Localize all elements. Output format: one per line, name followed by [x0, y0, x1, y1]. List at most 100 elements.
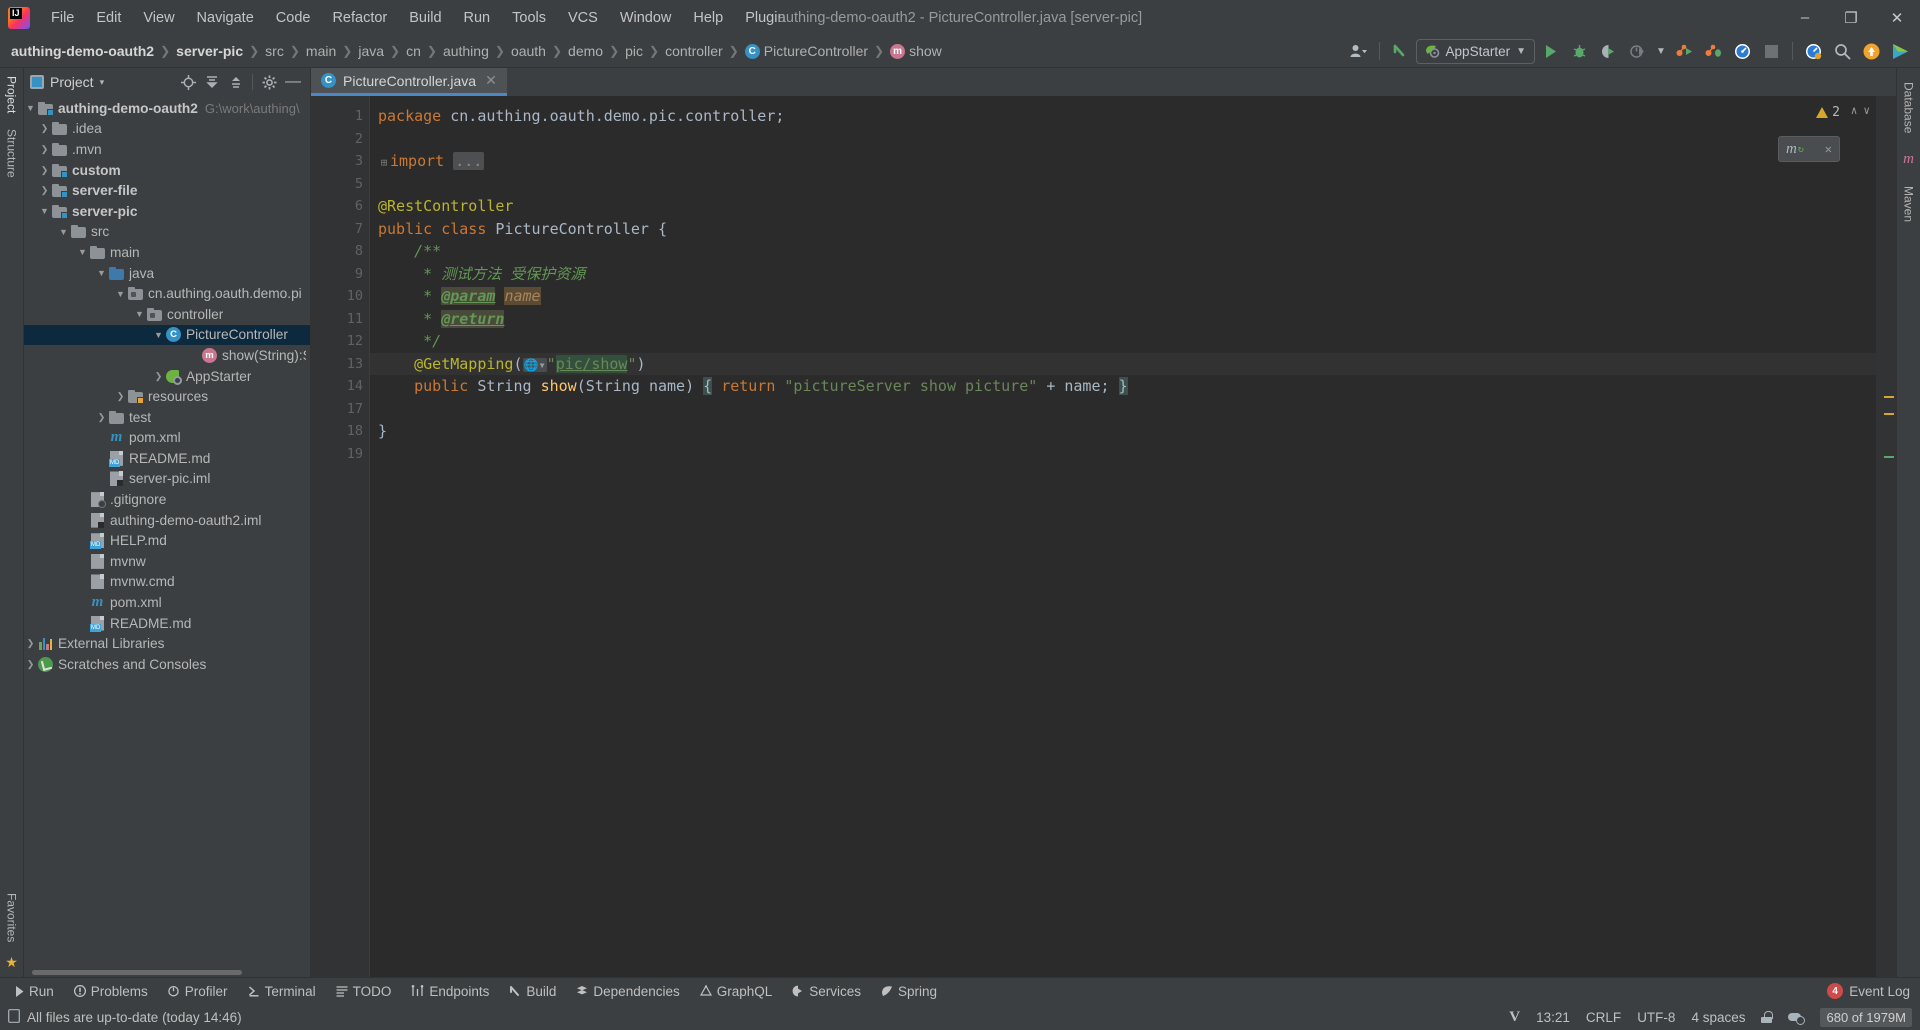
- breadcrumb-item-java[interactable]: java: [355, 41, 387, 61]
- tool-window-graphql[interactable]: GraphQL: [691, 981, 782, 1002]
- inspection-warning-indicator[interactable]: 2: [1816, 105, 1840, 120]
- user-avatar-icon[interactable]: [1345, 38, 1372, 64]
- sidebar-item-favorites[interactable]: Favorites: [5, 885, 19, 950]
- breadcrumb-item-pic[interactable]: pic: [622, 41, 646, 61]
- menu-item-refactor[interactable]: Refactor: [321, 4, 398, 32]
- tree-row-appstarter[interactable]: ❯ AppStarter: [24, 366, 310, 387]
- breadcrumb-item-authing[interactable]: authing: [440, 41, 492, 61]
- menu-item-plugin[interactable]: Plugin: [734, 4, 796, 32]
- tree-row-idea[interactable]: ❯ .idea: [24, 119, 310, 140]
- file-encoding[interactable]: UTF-8: [1637, 1010, 1675, 1025]
- close-icon[interactable]: ✕: [1825, 142, 1832, 156]
- project-tree-horizontal-scrollbar[interactable]: [24, 967, 310, 977]
- gutter-line-run-marker[interactable]: 14: [311, 375, 369, 398]
- tree-row-module-pom[interactable]: m pom.xml: [24, 428, 310, 449]
- tree-row-test[interactable]: ❯ test: [24, 407, 310, 428]
- tree-row-custom[interactable]: ❯ custom: [24, 160, 310, 181]
- menu-item-help[interactable]: Help: [682, 4, 734, 32]
- menu-item-code[interactable]: Code: [265, 4, 322, 32]
- tree-row-scratches[interactable]: ❯ Scratches and Consoles: [24, 654, 310, 675]
- menu-item-view[interactable]: View: [132, 4, 185, 32]
- maven-reload-widget[interactable]: m ↻ ✕: [1778, 136, 1840, 162]
- tree-row-project-iml[interactable]: authing-demo-oauth2.iml: [24, 510, 310, 531]
- chevron-right-icon[interactable]: ❯: [38, 165, 51, 176]
- next-problem-icon[interactable]: ∨: [1863, 104, 1870, 117]
- tree-row-package[interactable]: ▼ cn.authing.oauth.demo.pi: [24, 283, 310, 304]
- sidebar-item-project[interactable]: Project: [5, 68, 19, 121]
- vcs-branch-indicator[interactable]: V: [1509, 1009, 1520, 1026]
- expand-all-icon[interactable]: [201, 71, 223, 93]
- sidebar-item-database[interactable]: Database: [1902, 74, 1916, 141]
- close-icon[interactable]: ✕: [485, 72, 497, 89]
- breadcrumb-item-method[interactable]: m show: [887, 41, 945, 61]
- indent-setting[interactable]: 4 spaces: [1691, 1010, 1745, 1025]
- run-all-services-icon[interactable]: [1671, 38, 1698, 64]
- event-log-button[interactable]: 4 Event Log: [1827, 983, 1920, 999]
- tree-row-picture-controller[interactable]: ▼ C PictureController: [24, 325, 310, 346]
- lock-icon[interactable]: [1761, 1011, 1772, 1023]
- warning-marker[interactable]: [1884, 396, 1894, 398]
- chevron-down-icon[interactable]: ▼: [133, 309, 146, 319]
- tool-window-todo[interactable]: TODO: [327, 981, 401, 1002]
- menu-item-tools[interactable]: Tools: [501, 4, 557, 32]
- inspection-gutter[interactable]: [1876, 96, 1896, 977]
- tree-row-show-method[interactable]: m show(String):Stri: [24, 345, 310, 366]
- menu-item-build[interactable]: Build: [398, 4, 452, 32]
- chevron-down-icon[interactable]: ▼: [76, 247, 89, 257]
- tool-window-services[interactable]: Services: [783, 981, 870, 1002]
- tree-row-project-root[interactable]: ▼ authing-demo-oauth2 G:\work\authing\: [24, 98, 310, 119]
- tree-row-src[interactable]: ▼ src: [24, 222, 310, 243]
- chevron-right-icon[interactable]: ❯: [152, 371, 165, 382]
- chevron-right-icon[interactable]: ❯: [24, 638, 37, 649]
- tool-window-run[interactable]: Run: [6, 981, 63, 1002]
- stop-icon[interactable]: [1758, 38, 1785, 64]
- memory-indicator[interactable]: 680 of 1979M: [1820, 1008, 1912, 1027]
- run-configuration-selector[interactable]: AppStarter ▼: [1416, 39, 1535, 64]
- warning-marker[interactable]: [1884, 413, 1894, 415]
- menu-item-window[interactable]: Window: [609, 4, 683, 32]
- tree-row-root-pom[interactable]: m pom.xml: [24, 592, 310, 613]
- close-button[interactable]: ✕: [1874, 0, 1920, 35]
- minimize-button[interactable]: –: [1782, 0, 1828, 35]
- breadcrumb-item-oauth[interactable]: oauth: [508, 41, 549, 61]
- line-separator[interactable]: CRLF: [1586, 1010, 1621, 1025]
- tool-window-terminal[interactable]: Terminal: [239, 981, 325, 1002]
- chevron-down-icon[interactable]: ▼: [38, 206, 51, 216]
- menu-item-edit[interactable]: Edit: [85, 4, 132, 32]
- chevron-right-icon[interactable]: ❯: [38, 185, 51, 196]
- menu-item-file[interactable]: File: [40, 4, 85, 32]
- tree-row-resources[interactable]: ❯ resources: [24, 386, 310, 407]
- tool-window-spring[interactable]: Spring: [872, 981, 946, 1002]
- tree-row-mvnw[interactable]: mvnw: [24, 551, 310, 572]
- tree-row-root-readme[interactable]: MD README.md: [24, 613, 310, 634]
- maximize-button[interactable]: ❐: [1828, 0, 1874, 35]
- breadcrumb-item-demo[interactable]: demo: [565, 41, 606, 61]
- chevron-down-icon[interactable]: ▼: [24, 103, 37, 113]
- tool-window-profiler[interactable]: Profiler: [159, 981, 237, 1002]
- sidebar-item-structure[interactable]: Structure: [5, 121, 19, 186]
- settings-gear-icon[interactable]: [258, 71, 280, 93]
- gutter-line-fold-end[interactable]: 12 ▴: [311, 330, 369, 353]
- tool-window-build[interactable]: Build: [500, 981, 565, 1002]
- tree-row-external-libraries[interactable]: ❯ External Libraries: [24, 633, 310, 654]
- tree-row-mvnw-cmd[interactable]: mvnw.cmd: [24, 572, 310, 593]
- tree-row-mvn[interactable]: ❯ .mvn: [24, 139, 310, 160]
- previous-problem-icon[interactable]: ∧: [1851, 104, 1858, 117]
- menu-item-vcs[interactable]: VCS: [557, 4, 609, 32]
- chevron-right-icon[interactable]: ❯: [95, 412, 108, 423]
- tree-row-gitignore[interactable]: .gitignore: [24, 489, 310, 510]
- chevron-down-icon[interactable]: ▾: [100, 77, 105, 88]
- breadcrumb-item-project[interactable]: authing-demo-oauth2: [8, 41, 157, 61]
- project-panel-title-group[interactable]: Project ▾: [30, 74, 104, 90]
- tree-row-help-md[interactable]: MD HELP.md: [24, 530, 310, 551]
- chevron-right-icon[interactable]: ❯: [114, 391, 127, 402]
- tree-row-main[interactable]: ▼ main: [24, 242, 310, 263]
- dashboard-icon[interactable]: [1729, 38, 1756, 64]
- gutter-line-run-marker[interactable]: 7: [311, 218, 369, 241]
- scroll-from-source-icon[interactable]: [177, 71, 199, 93]
- tree-row-server-file[interactable]: ❯ server-file: [24, 180, 310, 201]
- gutter-line-fold[interactable]: 8 ▾: [311, 240, 369, 263]
- dashboard-settings-icon[interactable]: [1800, 38, 1827, 64]
- chevron-right-icon[interactable]: ❯: [24, 659, 37, 670]
- hide-panel-icon[interactable]: —: [282, 71, 304, 93]
